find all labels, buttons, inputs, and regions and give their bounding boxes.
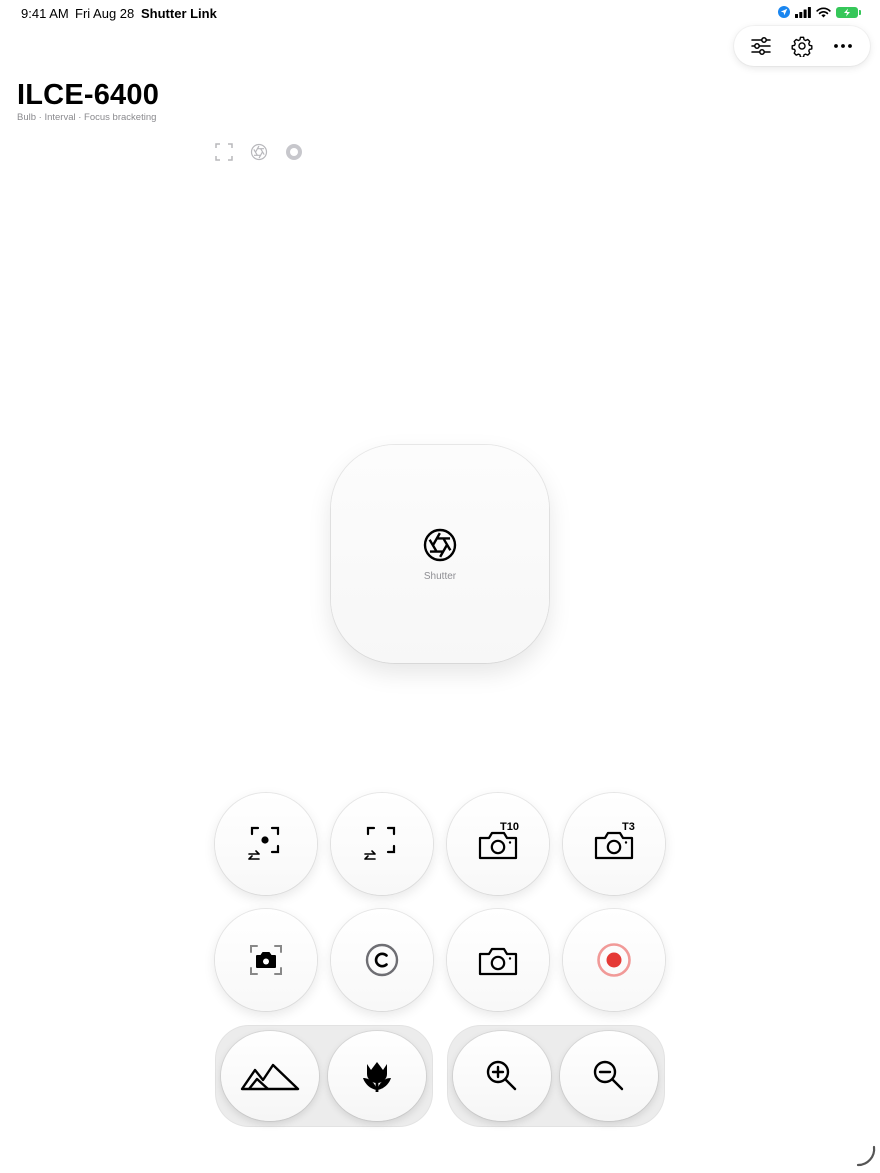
shutter-label: Shutter [423, 570, 457, 582]
capture-button[interactable] [447, 909, 549, 1011]
status-indicators [778, 6, 861, 18]
cellular-signal-icon [795, 6, 811, 18]
focus-camera-icon [250, 945, 282, 975]
af-area-swap-icon [364, 826, 396, 860]
record-icon [597, 943, 631, 977]
device-title: ILCE-6400 [17, 79, 160, 111]
scene-mode-group [215, 1025, 433, 1127]
timer-badge: T10 [500, 821, 519, 833]
toolbar [734, 26, 870, 66]
more-button[interactable] [826, 29, 860, 63]
shutter-button[interactable]: Shutter [331, 445, 549, 663]
status-time: 9:41 AM [21, 6, 69, 21]
settings-sliders-button[interactable] [744, 29, 778, 63]
af-point-button[interactable] [215, 793, 317, 895]
location-icon [778, 6, 790, 18]
status-app-name: Shutter Link [141, 6, 217, 21]
timer-10-button[interactable]: T10 [447, 793, 549, 895]
sliders-icon [750, 37, 771, 55]
record-button[interactable] [563, 909, 665, 1011]
device-modes: Bulb · Interval · Focus bracketing [17, 112, 157, 123]
camera-icon [478, 947, 518, 976]
timer-badge: T3 [622, 821, 635, 833]
aperture-icon [423, 528, 457, 561]
mini-status-icons [214, 142, 304, 162]
aperture-icon [249, 142, 269, 162]
timer-3-button[interactable]: T3 [563, 793, 665, 895]
wifi-icon [816, 6, 831, 17]
custom-c-icon [365, 943, 399, 977]
af-point-swap-icon [248, 826, 280, 860]
settings-button[interactable] [785, 29, 819, 63]
macro-tulip-icon [363, 1062, 391, 1092]
gear-icon [791, 36, 813, 57]
zoom-out-icon [593, 1060, 624, 1091]
battery-charging-icon [836, 6, 861, 18]
record-dot-icon [284, 142, 304, 162]
zoom-in-button[interactable] [453, 1031, 551, 1121]
zoom-out-button[interactable] [560, 1031, 658, 1121]
macro-button[interactable] [328, 1031, 426, 1121]
landscape-icon [240, 1063, 300, 1091]
more-icon [834, 44, 853, 48]
zoom-group [447, 1025, 665, 1127]
af-area-button[interactable] [331, 793, 433, 895]
focus-frame-icon [214, 142, 234, 162]
custom-button[interactable] [331, 909, 433, 1011]
status-date: Fri Aug 28 [75, 6, 135, 21]
status-bar: 9:41 AM Fri Aug 28 Shutter Link [0, 0, 880, 28]
focus-capture-button[interactable] [215, 909, 317, 1011]
loading-spinner-icon [856, 1145, 876, 1167]
landscape-button[interactable] [221, 1031, 319, 1121]
zoom-in-icon [486, 1060, 517, 1091]
